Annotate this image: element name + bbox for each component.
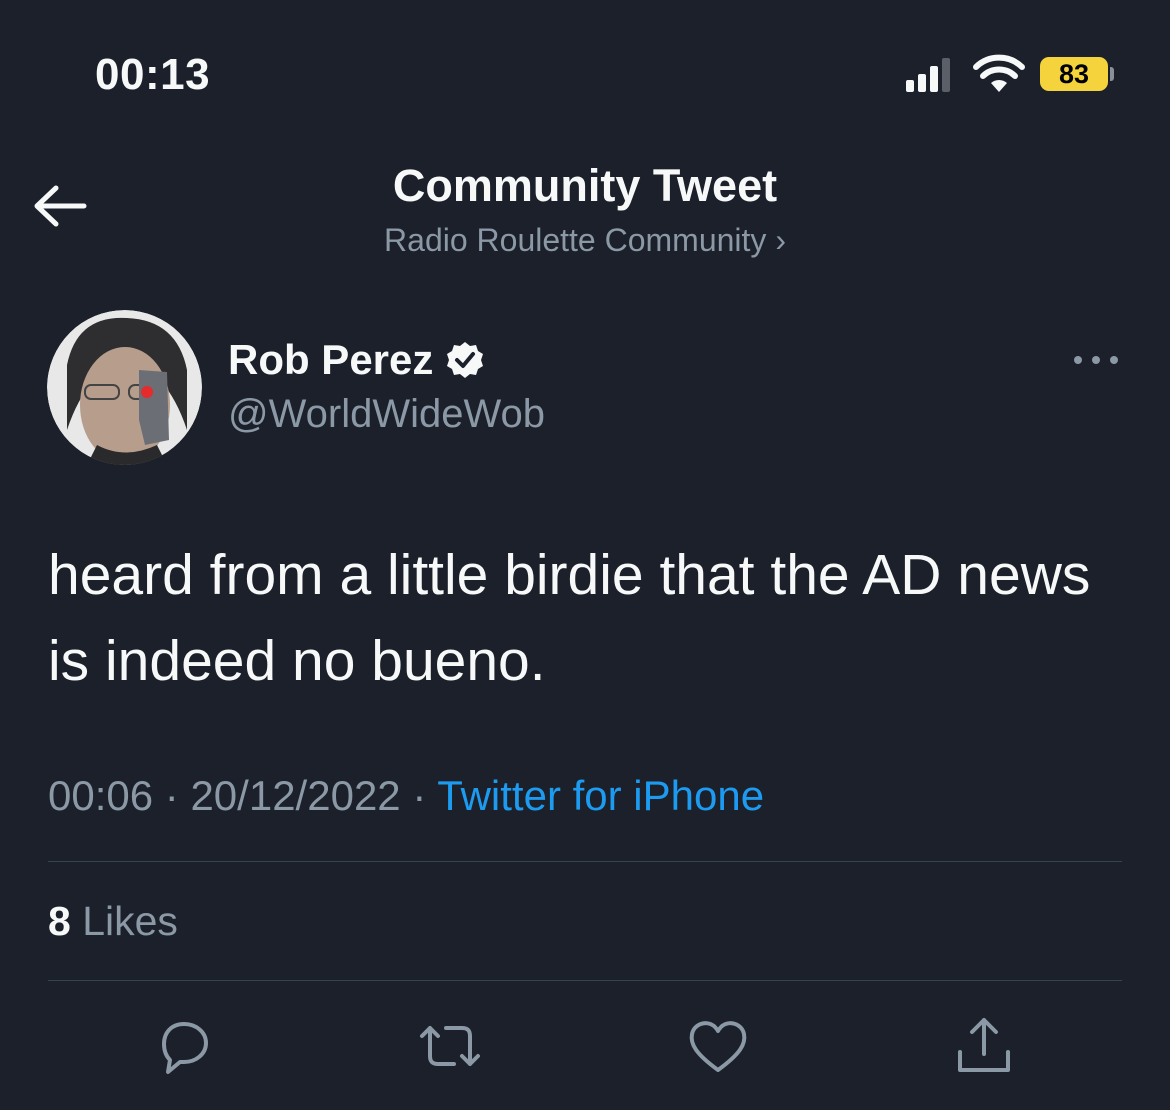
status-time: 00:13 bbox=[95, 50, 211, 99]
verified-badge-icon bbox=[447, 342, 484, 378]
page-title: Community Tweet bbox=[392, 160, 778, 211]
reply-icon[interactable] bbox=[150, 1014, 214, 1078]
divider bbox=[48, 980, 1122, 981]
more-horizontal-icon[interactable] bbox=[1072, 350, 1120, 370]
cellular-signal-icon bbox=[906, 56, 954, 92]
author-name[interactable]: Rob Perez bbox=[228, 336, 433, 384]
heart-icon[interactable] bbox=[686, 1014, 750, 1078]
avatar[interactable] bbox=[47, 310, 202, 465]
divider bbox=[48, 861, 1122, 862]
tweet-source-link[interactable]: Twitter for iPhone bbox=[437, 772, 764, 819]
tweet-meta: 00:06 · 20/12/2022 · Twitter for iPhone bbox=[48, 772, 764, 820]
likes-number: 8 bbox=[48, 898, 71, 944]
tweet-date: 20/12/2022 bbox=[190, 772, 401, 819]
author-name-row: Rob Perez bbox=[228, 336, 485, 384]
battery-tip bbox=[1110, 67, 1114, 81]
retweet-icon[interactable] bbox=[418, 1014, 482, 1078]
wifi-icon bbox=[973, 54, 1025, 92]
meta-separator: · bbox=[164, 772, 179, 819]
tweet-text: heard from a little birdie that the AD n… bbox=[48, 543, 1091, 693]
battery-indicator: 83 bbox=[1040, 57, 1108, 91]
author-handle[interactable]: @WorldWideWob bbox=[228, 392, 545, 437]
meta-separator: · bbox=[412, 772, 427, 819]
likes-count[interactable]: 8 Likes bbox=[48, 898, 178, 945]
tweet-time: 00:06 bbox=[48, 772, 154, 819]
likes-label: Likes bbox=[82, 898, 178, 944]
community-link[interactable]: Radio Roulette Community › bbox=[0, 222, 1170, 259]
share-icon[interactable] bbox=[952, 1014, 1016, 1078]
